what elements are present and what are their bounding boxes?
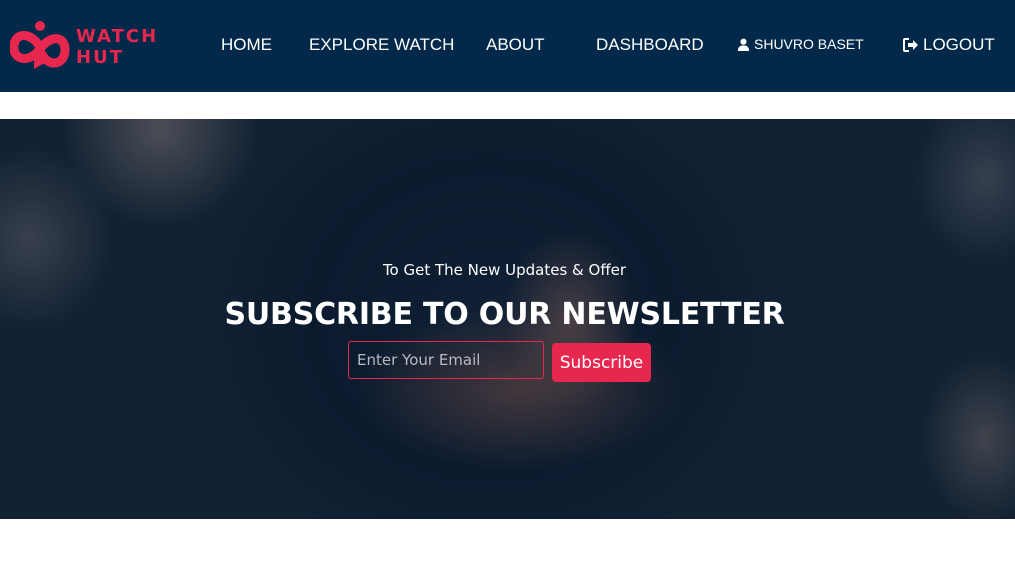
logout-label: LOGOUT xyxy=(923,35,995,54)
logout-button[interactable]: LOGOUT xyxy=(903,35,995,55)
newsletter-subtitle: To Get The New Updates & Offer xyxy=(382,261,627,279)
sign-out-icon xyxy=(903,38,918,52)
user-name: SHUVRO BASET xyxy=(754,36,864,52)
infinity-play-logo-icon xyxy=(10,21,70,69)
newsletter-title: SUBSCRIBE TO OUR NEWSLETTER xyxy=(224,297,785,332)
subscribe-button[interactable]: Subscribe xyxy=(552,343,651,382)
nav-about-link[interactable]: ABOUT xyxy=(486,35,545,55)
user-icon xyxy=(737,38,750,51)
navbar: WATCH HUT HOME EXPLORE WATCH ABOUT DASHB… xyxy=(0,0,1015,92)
nav-user-profile[interactable]: SHUVRO BASET xyxy=(737,36,864,52)
brand-name-line2: HUT xyxy=(76,47,124,68)
newsletter-hero: To Get The New Updates & Offer SUBSCRIBE… xyxy=(0,119,1015,519)
nav-home-link[interactable]: HOME xyxy=(221,35,272,55)
email-input[interactable] xyxy=(348,341,544,379)
nav-explore-watch-link[interactable]: EXPLORE WATCH xyxy=(309,35,454,55)
brand-logo[interactable]: WATCH HUT xyxy=(10,17,170,79)
brand-name-line1: WATCH xyxy=(76,26,159,47)
nav-dashboard-link[interactable]: DASHBOARD xyxy=(596,35,704,55)
brand-name: WATCH HUT xyxy=(76,26,158,68)
